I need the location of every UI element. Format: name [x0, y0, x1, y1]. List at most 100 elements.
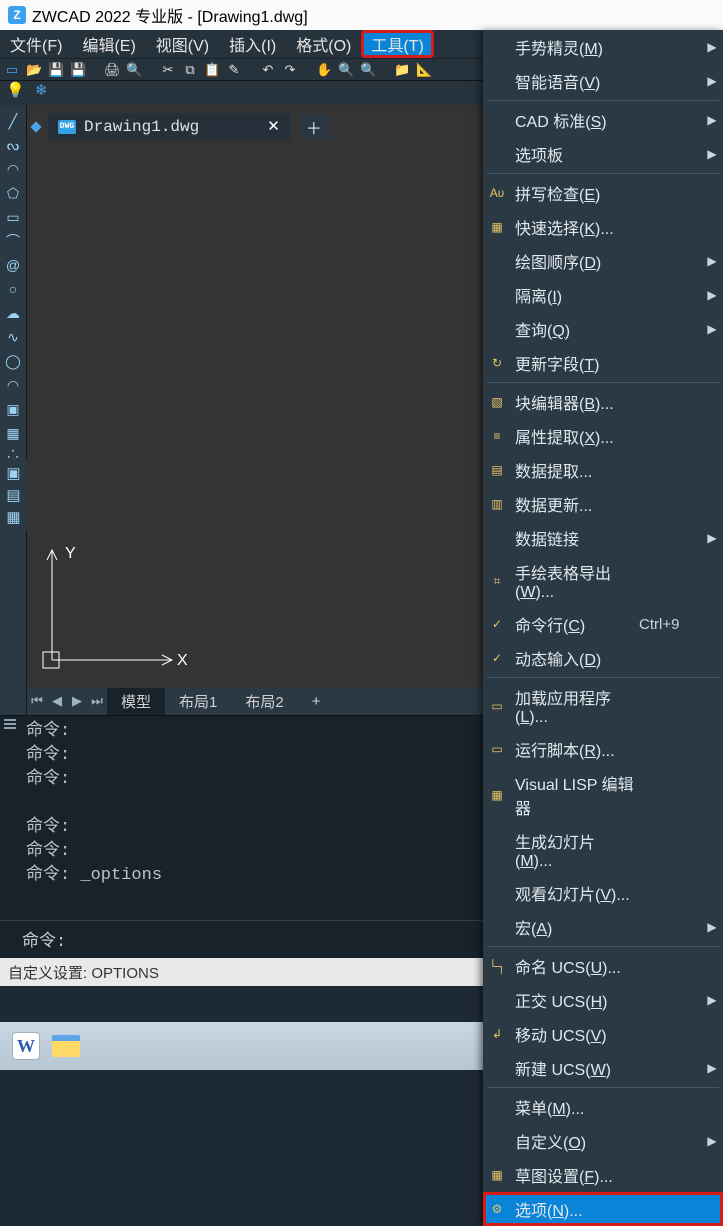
layout-prev-icon[interactable]: ◀ [47, 693, 67, 709]
menu-item[interactable]: ✓命令行(C)Ctrl+9 [483, 607, 723, 641]
menu-item[interactable]: 新建 UCS(W)▶ [483, 1051, 723, 1085]
taskbar-explorer-icon[interactable] [52, 1035, 80, 1057]
rectangle-icon[interactable]: ▭ [3, 207, 23, 227]
menu-item[interactable]: 自定义(O)▶ [483, 1124, 723, 1158]
ellipse-icon[interactable]: ◯ [3, 351, 23, 371]
zoom-icon[interactable]: 🔍 [338, 62, 354, 78]
menu-item[interactable]: ▦草图设置(F)... [483, 1158, 723, 1192]
menu-item-label: 更新字段(T) [515, 351, 631, 375]
menu-item[interactable]: Aʋ拼写检查(E) [483, 176, 723, 210]
menu-item[interactable]: 数据链接▶ [483, 521, 723, 555]
menu-item[interactable]: ▧块编辑器(B)... [483, 385, 723, 419]
tab-add-button[interactable]: ＋ [300, 115, 328, 139]
layout-next-icon[interactable]: ▶ [67, 693, 87, 709]
menu-item[interactable]: ↲移动 UCS(V) [483, 1017, 723, 1051]
menu-item[interactable]: ▦快速选择(K)... [483, 210, 723, 244]
open-icon[interactable]: 📂 [26, 62, 42, 78]
menu-insert[interactable]: 插入(I) [219, 30, 286, 58]
measure-icon[interactable]: 📐 [416, 62, 432, 78]
menu-item[interactable]: ▭加载应用程序(L)... [483, 680, 723, 732]
layout-last-icon[interactable]: ⏭ [87, 693, 107, 709]
menu-file[interactable]: 文件(F) [0, 30, 72, 58]
spline-icon[interactable]: ∿ [3, 327, 23, 347]
block-icon[interactable]: ▣ [3, 399, 23, 419]
tab-model[interactable]: 模型 [107, 688, 165, 715]
layout-first-icon[interactable]: ⏮ [27, 693, 47, 709]
menu-item[interactable]: ▦Visual LISP 编辑器 [483, 766, 723, 824]
saveall-icon[interactable]: 💾 [70, 62, 86, 78]
light-icon[interactable]: 💡 [6, 82, 25, 99]
cloud-icon[interactable]: ☁ [3, 303, 23, 323]
menu-edit[interactable]: 编辑(E) [72, 30, 145, 58]
zoomext-icon[interactable]: 🔍 [360, 62, 376, 78]
copy-icon[interactable]: ⧉ [182, 62, 198, 78]
menu-item[interactable]: ↻ 更新字段(T) [483, 346, 723, 380]
ellipsearc-icon[interactable]: ◠ [3, 375, 23, 395]
menu-item[interactable]: ✓动态输入(D) [483, 641, 723, 675]
print-icon[interactable]: 🖨 [104, 62, 120, 78]
menu-item[interactable]: 宏(A)▶ [483, 910, 723, 944]
menu-item[interactable]: ⌗手绘表格导出(W)... [483, 555, 723, 607]
menu-item[interactable]: 生成幻灯片(M)... [483, 824, 723, 876]
boundary-icon[interactable]: ▣ [6, 464, 20, 482]
redo-icon[interactable]: ↷ [282, 62, 298, 78]
menu-item[interactable]: 隔离(I)▶ [483, 278, 723, 312]
menu-item[interactable]: └┐命名 UCS(U)... [483, 949, 723, 983]
undo-icon[interactable]: ↶ [260, 62, 276, 78]
preview-icon[interactable]: 🔍 [126, 62, 142, 78]
menu-item-icon [487, 146, 507, 162]
arc-icon[interactable]: ◠ [3, 159, 23, 179]
panel-grip-icon[interactable] [4, 719, 16, 729]
text-icon[interactable]: ▦ [6, 508, 20, 526]
menu-item[interactable]: 正交 UCS(H)▶ [483, 983, 723, 1017]
menu-view[interactable]: 视图(V) [146, 30, 219, 58]
matchprops-icon[interactable]: ✎ [226, 62, 242, 78]
menu-item[interactable]: ▭运行脚本(R)... [483, 732, 723, 766]
menu-item[interactable]: ▤数据提取... [483, 453, 723, 487]
new-icon[interactable]: ▭ [4, 62, 20, 78]
tab-layout-add[interactable]: + [298, 690, 335, 713]
menu-item-label: 快速选择(K)... [515, 215, 631, 239]
tab-close-icon[interactable]: ✕ [267, 117, 280, 136]
table-icon[interactable]: ▤ [6, 486, 20, 504]
freeze-icon[interactable]: ❄ [35, 82, 48, 99]
paste-icon[interactable]: 📋 [204, 62, 220, 78]
polygon-icon[interactable]: ⬠ [3, 183, 23, 203]
menu-item-label: 块编辑器(B)... [515, 390, 631, 414]
hatch-icon[interactable]: ▦ [3, 423, 23, 443]
menu-item-icon: ↻ [487, 355, 507, 371]
menu-item[interactable]: ≡属性提取(X)... [483, 419, 723, 453]
menu-format[interactable]: 格式(O) [286, 30, 361, 58]
menu-item[interactable]: CAD 标准(S)▶ [483, 103, 723, 137]
tab-layout2[interactable]: 布局2 [231, 688, 297, 715]
document-tab[interactable]: DWG Drawing1.dwg ✕ [48, 113, 290, 140]
menu-item[interactable]: 智能语音(V)▶ [483, 64, 723, 98]
polyline-icon[interactable]: ᔓ [3, 135, 23, 155]
circle-icon[interactable]: ○ [3, 279, 23, 299]
line-icon[interactable]: ╱ [3, 111, 23, 131]
save-icon[interactable]: 💾 [48, 62, 64, 78]
taskbar-word-icon[interactable]: W [12, 1032, 40, 1060]
menu-item[interactable]: ▥数据更新... [483, 487, 723, 521]
menu-item-icon: ▭ [487, 698, 507, 714]
menu-tools[interactable]: 工具(T) [361, 30, 433, 58]
menu-item[interactable]: 手势精灵(M)▶ [483, 30, 723, 64]
arc2-icon[interactable]: ⌒ [3, 231, 23, 251]
dwg-icon: DWG [58, 120, 76, 134]
menu-item[interactable]: 查询(Q)▶ [483, 312, 723, 346]
menu-item[interactable]: 绘图顺序(D)▶ [483, 244, 723, 278]
cut-icon[interactable]: ✂ [160, 62, 176, 78]
menu-item[interactable]: 菜单(M)... [483, 1090, 723, 1124]
submenu-arrow-icon: ▶ [707, 1061, 717, 1075]
menu-item-icon [487, 885, 507, 901]
menu-item-icon [487, 1060, 507, 1076]
tab-layout1[interactable]: 布局1 [165, 688, 231, 715]
ucs-axes: Y X [37, 540, 187, 680]
folder-icon[interactable]: 📁 [394, 62, 410, 78]
menu-item[interactable]: 选项板▶ [483, 137, 723, 171]
menu-item[interactable]: 观看幻灯片(V)... [483, 876, 723, 910]
spiral-icon[interactable]: @ [3, 255, 23, 275]
menu-item-icon [487, 112, 507, 128]
menu-item[interactable]: ⚙选项(N)... [483, 1192, 723, 1226]
pan-icon[interactable]: ✋ [316, 62, 332, 78]
